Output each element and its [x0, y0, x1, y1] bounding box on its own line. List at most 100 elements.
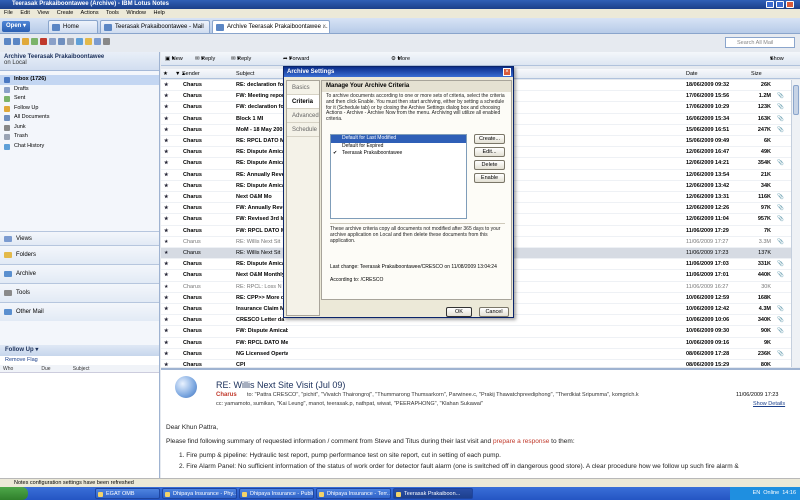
nav-inbox[interactable]: Inbox (1726) [0, 75, 159, 85]
remove-flag-link[interactable]: Remove Flag [0, 356, 159, 365]
col-due[interactable]: Due [41, 365, 71, 373]
delete-criteria-button[interactable]: Delete [474, 160, 505, 170]
toolbar-stop-icon[interactable] [40, 38, 47, 45]
star-icon[interactable]: ★ [164, 102, 168, 112]
ok-button[interactable]: OK [446, 307, 472, 317]
message-row[interactable]: ★ Charus FW: RPCL DATO Meeting (15 June 09… [161, 338, 791, 349]
star-icon[interactable]: ★ [164, 315, 168, 325]
tab-mail[interactable]: Teerasak Prakaiboontawee - Mail [100, 20, 210, 33]
toolbar-edit-icon[interactable] [58, 38, 65, 45]
show-details-link[interactable]: Show Details [753, 401, 785, 407]
close-window-button[interactable] [786, 1, 794, 8]
menu-tools[interactable]: Tools [106, 10, 119, 16]
menu-view[interactable]: View [37, 10, 49, 16]
star-icon[interactable]: ★ [164, 226, 168, 236]
toolbar-help-icon[interactable] [94, 38, 101, 45]
col-date[interactable]: Date [686, 69, 698, 79]
toolbar-back-icon[interactable] [4, 38, 11, 45]
toolbar-folder-icon[interactable] [22, 38, 29, 45]
menu-edit[interactable]: Edit [20, 10, 29, 16]
scrollbar-thumb[interactable] [793, 85, 799, 115]
star-icon[interactable]: ★ [164, 270, 168, 280]
nav-drafts[interactable]: Drafts [0, 85, 159, 95]
tab-archive[interactable]: Archive Teerasak Prakaiboontawee ... × [212, 20, 330, 33]
toolbar-forward-icon[interactable] [13, 38, 20, 45]
nav-all-documents[interactable]: All Documents [0, 113, 159, 123]
col-subject[interactable]: Subject [236, 69, 254, 79]
create-criteria-button[interactable]: Create... [474, 134, 505, 144]
toolbar-search-icon[interactable] [67, 38, 74, 45]
star-icon[interactable]: ★ [164, 192, 168, 202]
taskbar-item-lotus-notes[interactable]: Teerasak Prakaiboon... [393, 488, 473, 499]
tab-criteria[interactable]: Criteria [287, 95, 319, 109]
search-input[interactable]: Search All Mail [725, 37, 795, 48]
message-row[interactable]: ★ Charus CPI 08/06/2009 15:29 80K [161, 360, 791, 367]
star-icon[interactable]: ★ [164, 293, 168, 303]
maximize-button[interactable] [776, 1, 784, 8]
star-icon[interactable]: ★ [164, 282, 168, 292]
col-sender[interactable]: ▼ Sender ▴ [175, 69, 200, 79]
menu-actions[interactable]: Actions [81, 10, 99, 16]
close-tab-icon[interactable]: × [322, 21, 326, 34]
message-row[interactable]: ★ Charus FW: Dispute Amicable Resolution M… [161, 326, 791, 338]
message-row[interactable]: ★ Charus NG Licensed Opertaors 08/06/2009 1… [161, 349, 791, 360]
col-who[interactable]: Who [0, 365, 40, 373]
nav-sent[interactable]: Sent [0, 94, 159, 104]
star-icon[interactable]: ★ [164, 237, 168, 247]
reply-button[interactable]: ✉ Reply ▾ [195, 52, 215, 66]
nav-tools[interactable]: Tools [0, 283, 159, 302]
criteria-item[interactable]: ✔ Teerasak Prakaiboontawee [331, 150, 466, 158]
new-button[interactable]: ▣ New ▾ [165, 52, 183, 66]
minimize-button[interactable] [766, 1, 774, 8]
reply-all-button[interactable]: ✉ Reply to All ▾ [231, 52, 251, 76]
star-icon[interactable]: ★ [164, 181, 168, 191]
message-list-scrollbar[interactable] [791, 80, 800, 367]
star-icon[interactable]: ★ [164, 349, 168, 359]
nav-archive[interactable]: Archive [0, 264, 159, 283]
star-icon[interactable]: ★ [164, 203, 168, 213]
nav-folders[interactable]: Folders [0, 245, 159, 264]
tab-basics[interactable]: Basics [287, 81, 319, 95]
nav-trash[interactable]: Trash [0, 132, 159, 142]
start-button[interactable] [0, 487, 28, 500]
toolbar-star-icon[interactable] [85, 38, 92, 45]
preview-sender[interactable]: Charus [216, 392, 237, 398]
star-icon[interactable]: ★ [164, 360, 168, 367]
star-icon[interactable]: ★ [164, 170, 168, 180]
menu-help[interactable]: Help [153, 10, 164, 16]
follow-up-title[interactable]: Follow Up ▾ [0, 345, 159, 356]
menu-file[interactable]: File [4, 10, 13, 16]
menu-create[interactable]: Create [57, 10, 74, 16]
toolbar-refresh-icon[interactable] [31, 38, 38, 45]
nav-views[interactable]: Views [0, 231, 159, 245]
star-icon[interactable]: ★ [164, 147, 168, 157]
tab-home[interactable]: Home [48, 20, 98, 33]
forward-button[interactable]: ➦ Forward ▾ [283, 52, 309, 66]
star-icon[interactable]: ★ [164, 338, 168, 348]
tab-schedule[interactable]: Schedule [287, 123, 319, 137]
star-icon[interactable]: ★ [164, 91, 168, 101]
menu-window[interactable]: Window [126, 10, 146, 16]
show-button[interactable]: Show ▾ [770, 52, 784, 66]
toolbar-bookmark-icon[interactable] [76, 38, 83, 45]
nav-junk[interactable]: Junk [0, 123, 159, 133]
star-icon[interactable]: ★ [164, 80, 168, 90]
taskbar-item-dhipaya-publi[interactable]: Dhipaya Insurance - Publi... [239, 488, 314, 499]
nav-follow-up[interactable]: Follow Up [0, 104, 159, 114]
star-icon[interactable]: ★ [164, 304, 168, 314]
taskbar-item-dhipaya-terr[interactable]: Dhipaya Insurance - Terr... [316, 488, 391, 499]
nav-chat-history[interactable]: Chat History [0, 142, 159, 152]
star-icon[interactable]: ★ [164, 158, 168, 168]
star-icon[interactable]: ★ [164, 259, 168, 269]
enable-criteria-button[interactable]: Enable [474, 173, 505, 183]
cancel-button[interactable]: Cancel [479, 307, 509, 317]
star-icon[interactable]: ★ [164, 114, 168, 124]
star-column-icon[interactable]: ★ [163, 69, 168, 79]
star-icon[interactable]: ★ [164, 248, 168, 258]
col-size[interactable]: Size [751, 69, 762, 79]
criteria-item[interactable]: Default for Last Modified [331, 135, 466, 143]
toolbar-print-icon[interactable] [49, 38, 56, 45]
toolbar-tools-icon[interactable] [103, 38, 110, 45]
criteria-list[interactable]: Default for Last Modified Default for Ex… [330, 134, 467, 219]
star-icon[interactable]: ★ [164, 125, 168, 135]
